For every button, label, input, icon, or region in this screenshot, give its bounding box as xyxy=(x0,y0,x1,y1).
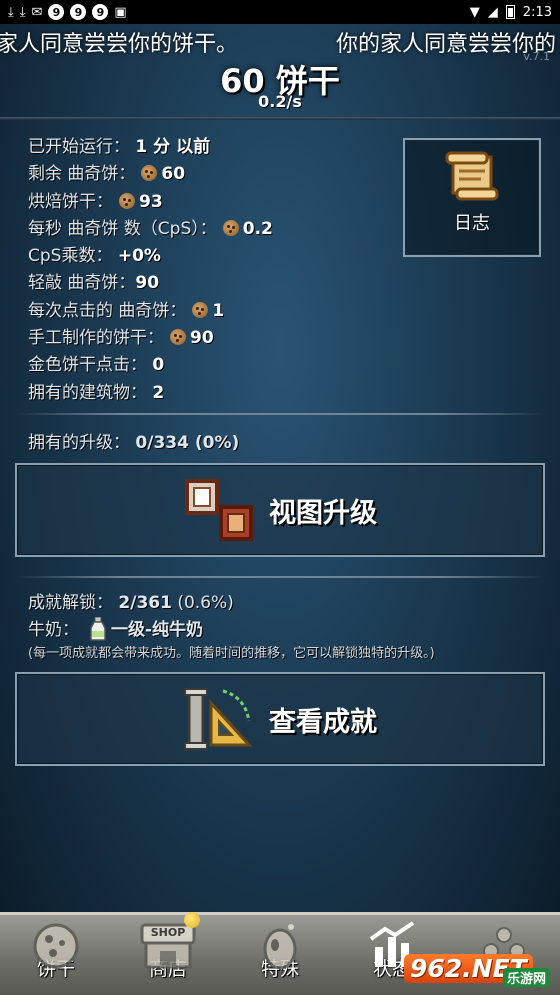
cookie-icon xyxy=(192,301,209,318)
stat-label: 每秒 曲奇饼 数（CpS）： xyxy=(28,218,217,239)
news-ticker[interactable]: 家人同意尝尝你的饼干。 你的家人同意尝尝你的 xyxy=(0,24,560,57)
view-achievements-button[interactable]: 查看成就 xyxy=(15,672,545,766)
download-icon: ⤓ xyxy=(8,4,14,20)
stat-label: CpS乘数： xyxy=(28,246,113,267)
stat-value: 0 xyxy=(152,355,165,376)
status-bar-system: ▼ ◢ 2:13 xyxy=(470,5,552,20)
cookie-icon xyxy=(222,219,239,236)
stat-value: 1 分 以前 xyxy=(135,137,211,157)
watermark-logo: 962.NET 乐游网 xyxy=(404,946,554,990)
achievements-label: 成就解锁： xyxy=(28,593,113,613)
cookie-icon xyxy=(119,192,135,209)
battery-icon xyxy=(505,5,515,19)
milk-bottle-icon xyxy=(90,617,106,641)
upgrades-icon xyxy=(185,479,253,541)
stat-label: 金色饼干点击： xyxy=(28,355,147,376)
section-divider xyxy=(16,576,544,578)
tab-cookie[interactable]: 饼干 xyxy=(0,915,112,995)
stat-banked: 剩余 曲奇饼： 60 xyxy=(28,161,273,188)
header-divider xyxy=(0,117,560,120)
stat-baked: 烘焙饼干： 93 xyxy=(28,189,273,216)
upgrades-owned: 拥有的升级： 0/334 (0%) xyxy=(28,428,239,453)
clock: 2:13 xyxy=(522,4,552,20)
general-stats: 已开始运行： 1 分 以前 剩余 曲奇饼： 60 烘焙饼干： 93 每秒 曲奇饼 数… xyxy=(28,134,273,407)
upgrades-owned-label: 拥有的升级： xyxy=(28,433,130,453)
notification-dot xyxy=(184,912,200,928)
stat-label: 每次点击的 曲奇饼： xyxy=(28,300,187,321)
achievements-percent: (0.6%) xyxy=(177,593,234,613)
stat-per-click: 每次点击的 曲奇饼： 1 xyxy=(28,298,273,325)
tab-shop[interactable]: SHOP 商店 xyxy=(112,912,224,995)
cookie-icon xyxy=(141,165,158,182)
ticker-text: 家人同意尝尝你的饼干。 xyxy=(0,32,239,57)
stat-handmade: 手工制作的饼干： 90 xyxy=(28,325,273,352)
stat-label: 已开始运行： xyxy=(28,137,130,157)
achievements-value: 2/361 xyxy=(118,593,172,613)
stat-label: 拥有的建筑物： xyxy=(28,382,147,403)
stat-multiplier: CpS乘数： +0% xyxy=(28,243,273,270)
cookies-per-second: 0.2/s xyxy=(258,92,302,111)
signal-icon: ◢ xyxy=(487,4,498,20)
stat-value: 60 xyxy=(161,164,186,185)
stat-value: 93 xyxy=(139,191,163,212)
status-bar-notifications: ⤓ ⤓ ✉ 9 9 9 ▣ xyxy=(8,4,127,20)
view-upgrades-label: 视图升级 xyxy=(269,497,377,529)
download-icon: ⤓ xyxy=(19,4,26,20)
achievements-icon xyxy=(184,688,253,750)
notification-badge: 9 xyxy=(92,4,109,20)
app-screen: ⤓ ⤓ ✉ 9 9 9 ▣ ▼ ◢ 2:13 家人同意尝尝你的饼干。 你的家人同… xyxy=(0,0,560,995)
watermark-subtext: 乐游网 xyxy=(502,968,550,987)
shop-sign: SHOP xyxy=(150,926,186,939)
stat-value: 90 xyxy=(135,273,160,294)
stat-clicks: 轻敲 曲奇饼：90 xyxy=(28,270,273,297)
tab-special[interactable]: 特殊 xyxy=(224,915,336,995)
milk-row: 牛奶： 一级-纯牛奶 xyxy=(28,617,435,644)
wifi-icon: ▼ xyxy=(469,4,480,20)
milk-label: 牛奶： xyxy=(28,620,79,640)
scroll-icon xyxy=(445,151,499,201)
stat-label: 剩余 曲奇饼： xyxy=(28,164,136,185)
log-button-label: 日志 xyxy=(454,213,490,234)
app-notification-icon: ▣ xyxy=(114,4,127,20)
view-upgrades-button[interactable]: 视图升级 xyxy=(15,463,545,557)
cookie-icon xyxy=(33,923,79,969)
achievements-unlocked: 成就解锁： 2/361 (0.6%) xyxy=(28,590,435,617)
section-divider xyxy=(16,413,544,415)
milk-value: 一级-纯牛奶 xyxy=(111,620,204,640)
cookie-icon xyxy=(170,329,186,346)
stat-started: 已开始运行： 1 分 以前 xyxy=(28,134,273,161)
achievements-note: (每一项成就都会带来成功。随着时间的推移，它可以解锁独特的升级。) xyxy=(28,646,435,661)
log-button[interactable]: 日志 xyxy=(403,138,541,257)
view-achievements-label: 查看成就 xyxy=(269,706,377,738)
stat-label: 烘焙饼干： xyxy=(28,191,113,212)
egg-icon xyxy=(263,924,297,970)
notification-badge: 9 xyxy=(48,4,65,20)
stat-value: +0% xyxy=(117,246,161,267)
upgrades-owned-value: 0/334 (0%) xyxy=(135,433,240,453)
stat-label: 手工制作的饼干： xyxy=(28,328,164,349)
status-bar: ⤓ ⤓ ✉ 9 9 9 ▣ ▼ ◢ 2:13 xyxy=(0,0,560,24)
stat-value: 2 xyxy=(152,382,165,403)
stat-cps: 每秒 曲奇饼 数（CpS）： 0.2 xyxy=(28,216,273,243)
notification-badge: 9 xyxy=(70,4,87,20)
stat-label: 轻敲 曲奇饼： xyxy=(28,273,136,294)
achievements-info: 成就解锁： 2/361 (0.6%) 牛奶： 一级-纯牛奶 (每一项成就都会带来… xyxy=(28,590,435,664)
app-notification-icon: ✉ xyxy=(31,4,43,20)
stat-golden: 金色饼干点击： 0 xyxy=(28,352,273,379)
stat-value: 0.2 xyxy=(242,218,273,239)
stat-value: 1 xyxy=(212,300,225,321)
stat-value: 90 xyxy=(190,328,214,349)
stat-buildings: 拥有的建筑物： 2 xyxy=(28,380,273,407)
